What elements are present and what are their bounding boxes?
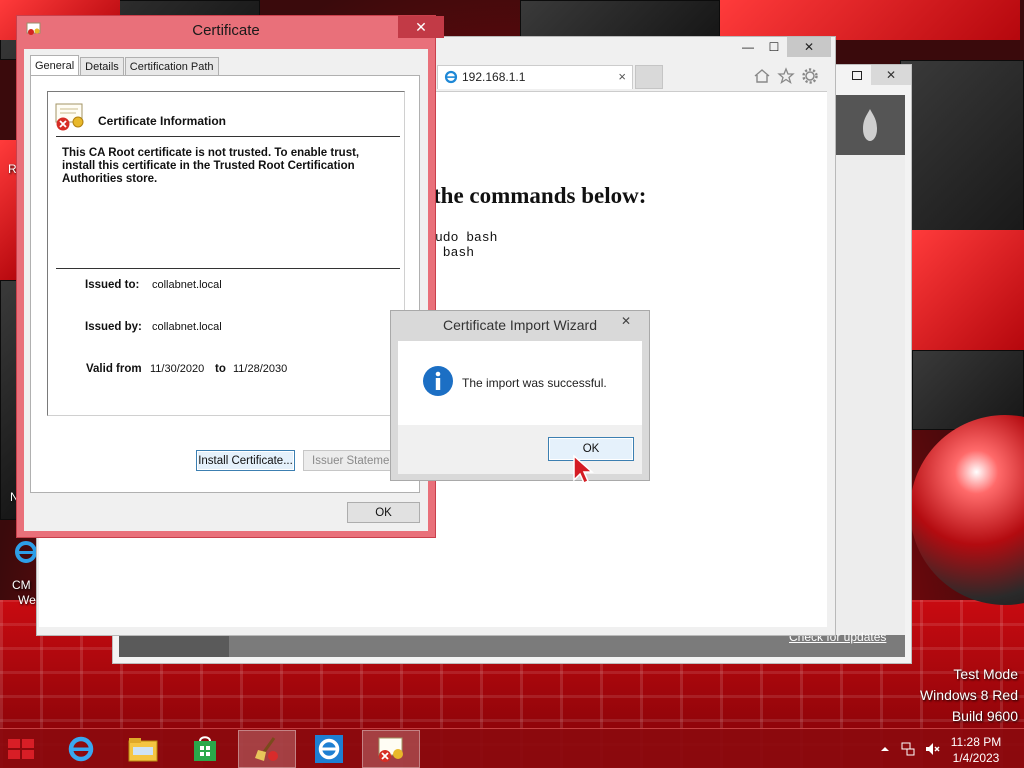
app-tile[interactable]: [835, 95, 905, 155]
ie-icon: [444, 70, 458, 84]
certificate-icon: [378, 737, 403, 762]
issuer-statement-button[interactable]: Issuer Statement: [303, 450, 391, 471]
volume-muted-icon[interactable]: [924, 741, 940, 757]
issued-by-label: Issued by:: [85, 321, 142, 333]
browser-minimize-button[interactable]: —: [735, 37, 761, 57]
issued-by-value: collabnet.local: [152, 321, 222, 333]
broom-icon: [255, 737, 278, 761]
settings-gear-icon[interactable]: [801, 67, 819, 85]
install-certificate-button[interactable]: Install Certificate...: [196, 450, 295, 471]
back-app-close-button[interactable]: ✕: [871, 65, 911, 85]
taskbar: 11:28 PM 1/4/2023: [0, 728, 1024, 768]
untrusted-certificate-icon: [55, 103, 84, 131]
pear-icon: [863, 109, 877, 141]
clock-date: 1/4/2023: [952, 751, 1000, 765]
network-icon[interactable]: [900, 741, 916, 757]
browser-close-button[interactable]: ✕: [787, 37, 831, 57]
clock-time: 11:28 PM: [950, 735, 1002, 749]
taskbar-store[interactable]: [176, 730, 234, 768]
show-hidden-icons-icon[interactable]: [880, 744, 890, 754]
certificate-import-wizard-dialog: Certificate Import Wizard ✕ The import w…: [390, 310, 650, 481]
browser-tab[interactable]: 192.168.1.1 ×: [437, 65, 633, 89]
system-tray: 11:28 PM 1/4/2023: [864, 729, 1024, 768]
chrome-sphere-art: [910, 415, 1024, 605]
tab-close-icon[interactable]: ×: [618, 69, 626, 84]
taskbar-internet-explorer[interactable]: [52, 730, 110, 768]
store-icon: [194, 736, 216, 761]
valid-from-value: 11/30/2020: [150, 363, 205, 375]
favorites-star-icon[interactable]: [777, 67, 795, 85]
trust-warning-message: This CA Root certificate is not trusted.…: [62, 147, 360, 185]
general-tab-panel: Certificate Information This CA Root cer…: [30, 75, 420, 493]
taskbar-ccleaner[interactable]: [238, 730, 296, 768]
valid-from-label: Valid from: [86, 363, 142, 375]
taskbar-ie-window[interactable]: [300, 730, 358, 768]
tab-details[interactable]: Details: [80, 57, 124, 76]
ie-icon: [315, 735, 343, 763]
code-block: udo bash bash: [435, 230, 498, 260]
home-icon[interactable]: [753, 67, 771, 85]
tab-certification-path[interactable]: Certification Path: [124, 57, 219, 76]
tab-title: 192.168.1.1: [462, 70, 526, 84]
test-mode-watermark: Test Mode Windows 8 Red Build 9600: [919, 666, 1018, 724]
clock[interactable]: 11:28 PM 1/4/2023: [946, 734, 1006, 766]
desktop-icon-label[interactable]: CM: [12, 578, 31, 592]
tab-general[interactable]: General: [30, 55, 80, 76]
tab-bar: General Details Certification Path: [30, 55, 220, 76]
issued-to-label: Issued to:: [85, 279, 140, 291]
start-button[interactable]: [8, 739, 36, 761]
ie-icon: [68, 736, 94, 762]
browser-maximize-button[interactable]: ☐: [761, 37, 787, 57]
page-heading: the commands below:: [433, 183, 647, 208]
dialog-title: Certificate: [192, 22, 260, 39]
certificate-dialog: Certificate ✕ General Details Certificat…: [16, 15, 444, 538]
ie-icon: [15, 541, 37, 563]
certificate-information-heading: Certificate Information: [98, 114, 227, 128]
valid-to-value: 11/28/2030: [233, 363, 288, 375]
desktop-icon-label[interactable]: We: [18, 593, 36, 607]
close-button[interactable]: ✕: [611, 312, 641, 330]
ok-button[interactable]: OK: [347, 502, 420, 523]
folder-icon: [128, 738, 158, 762]
taskbar-certificate[interactable]: [362, 730, 420, 768]
desktop-ie-shortcut[interactable]: [14, 538, 38, 572]
certificate-info-box: Certificate Information This CA Root cer…: [47, 91, 405, 416]
valid-to-label: to: [215, 363, 226, 375]
close-button[interactable]: ✕: [398, 16, 444, 38]
import-success-message: The import was successful.: [462, 376, 607, 390]
back-app-minimize-button[interactable]: [843, 65, 871, 85]
issued-to-value: collabnet.local: [152, 279, 222, 291]
info-icon: [423, 366, 453, 396]
mouse-cursor-icon: [573, 454, 594, 485]
new-tab-button[interactable]: [635, 65, 663, 89]
taskbar-file-explorer[interactable]: [114, 730, 172, 768]
